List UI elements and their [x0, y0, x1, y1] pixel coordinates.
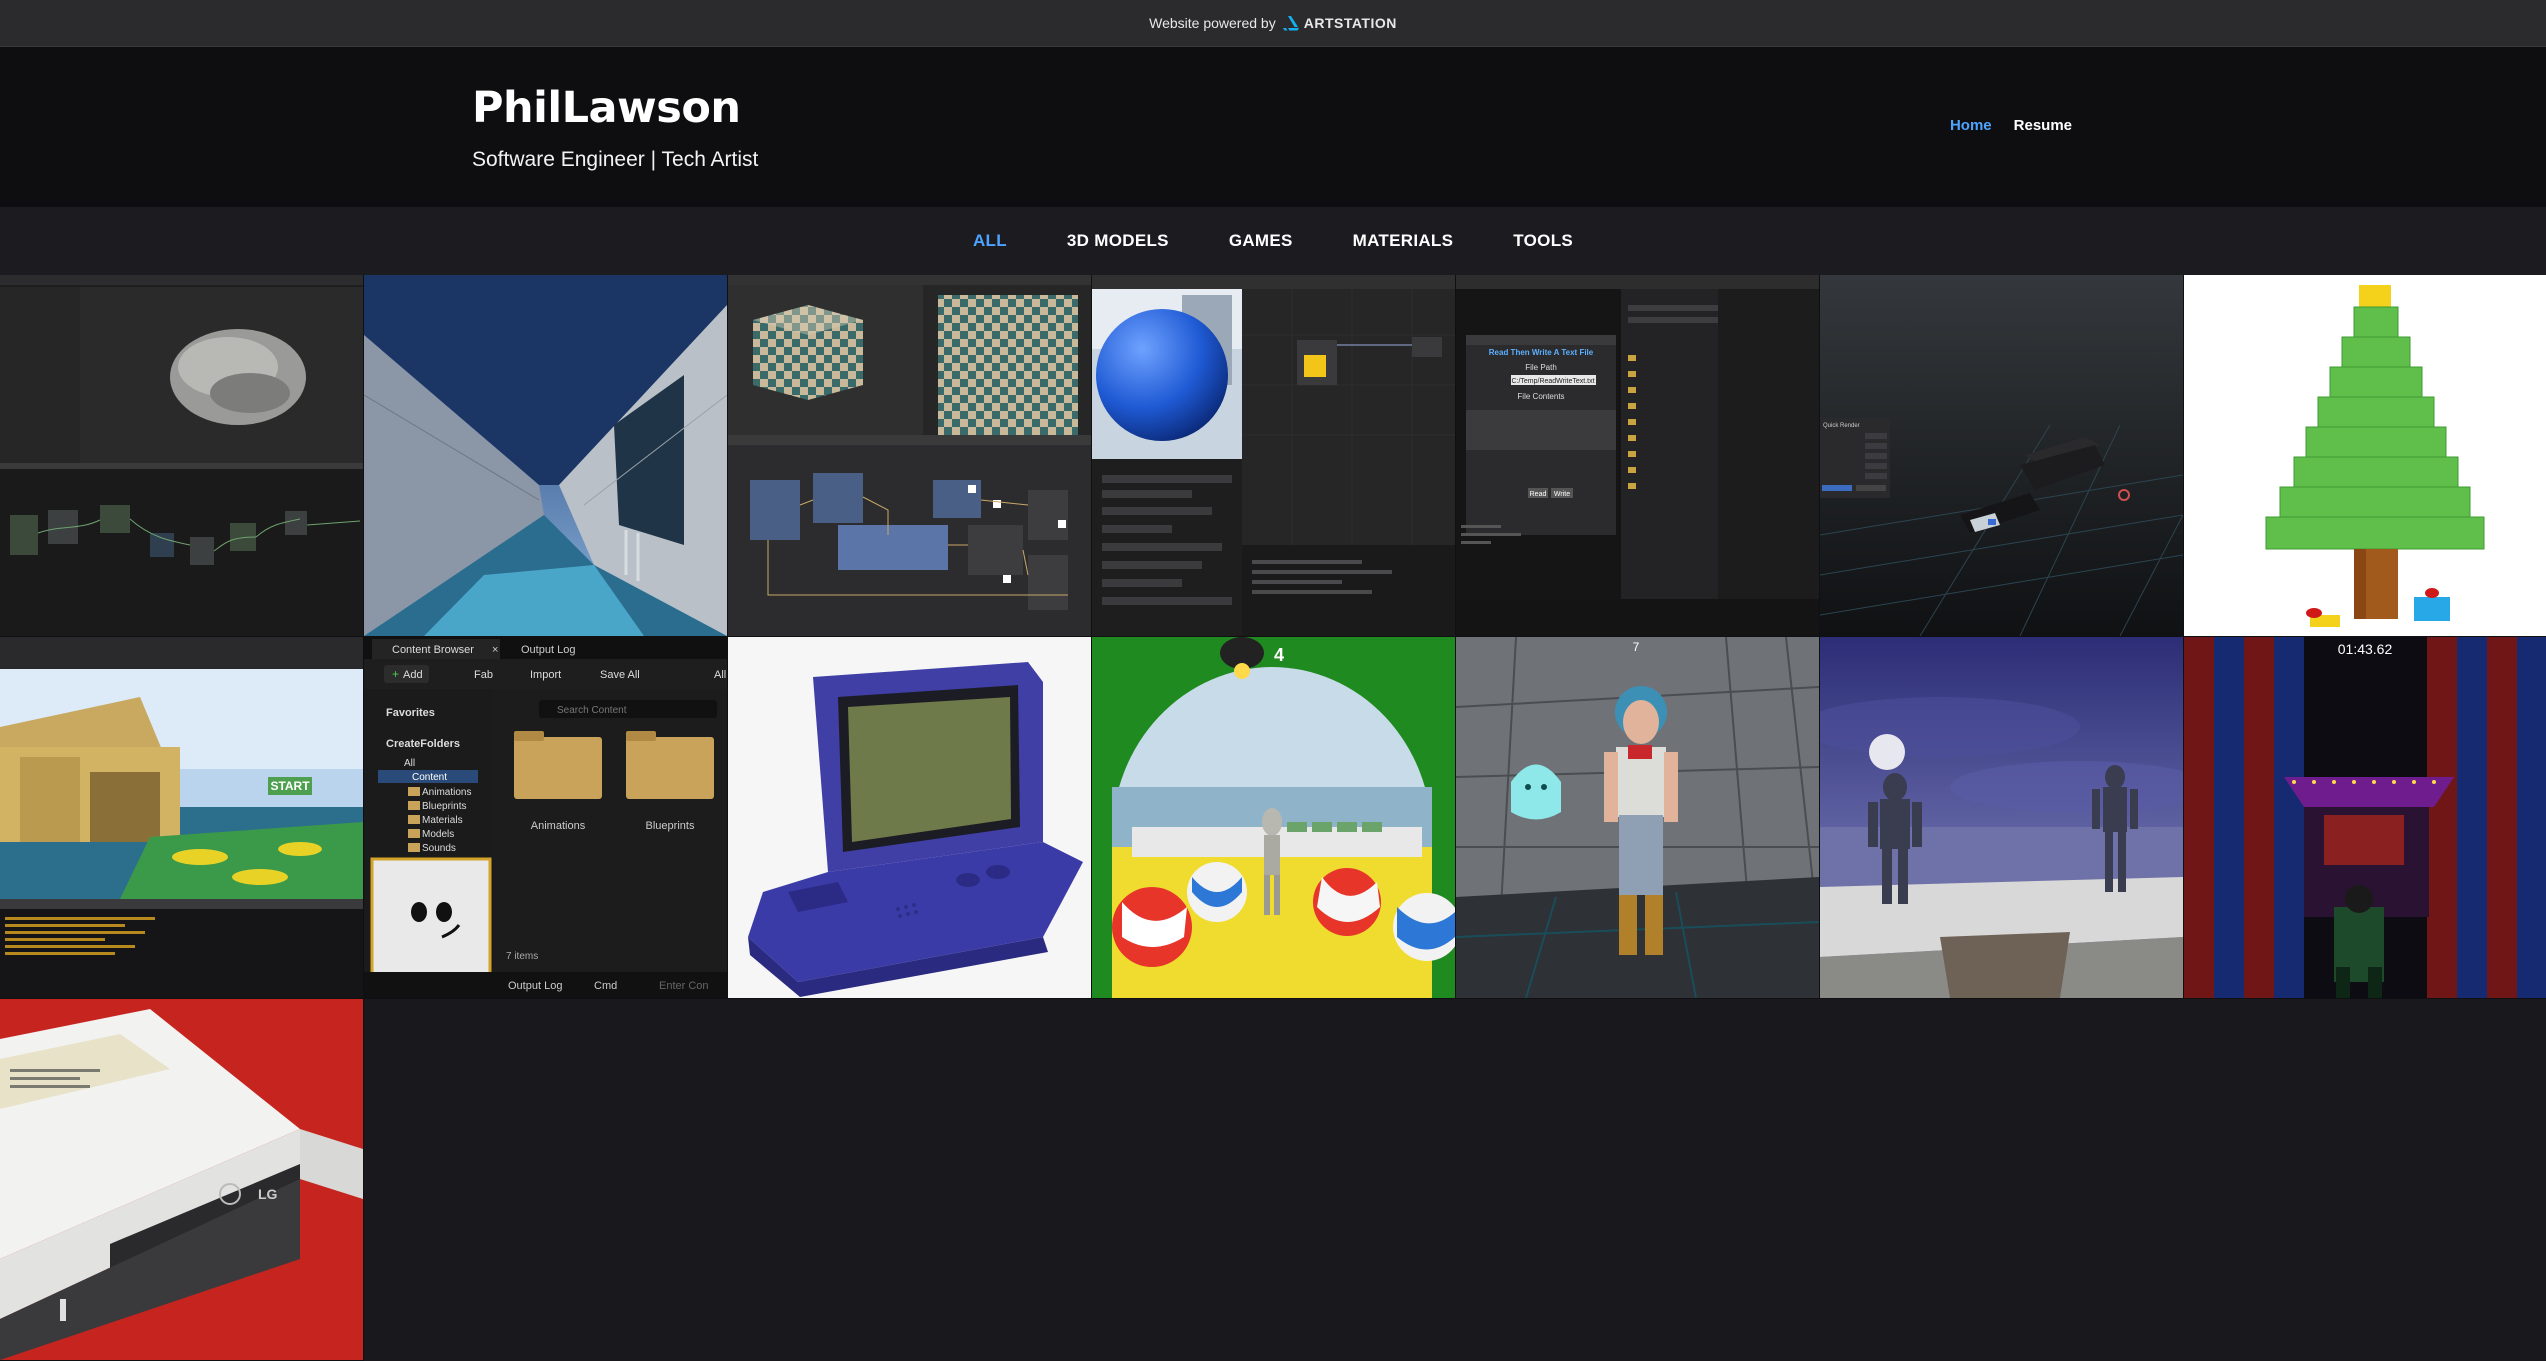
- text-tool-title: Read Then Write A Text File: [1489, 348, 1594, 357]
- text-tool-file-path-value: C:/Temp/ReadWriteText.txt: [1511, 378, 1594, 385]
- project-grid: Read Then Write A Text File File Path C:…: [0, 275, 2546, 1361]
- project-tile-blue-sphere-material[interactable]: [1092, 275, 1456, 637]
- svg-text:×: ×: [492, 644, 498, 656]
- obstacle-course-thumbnail: START: [0, 637, 363, 998]
- sphere-material-thumbnail: [1092, 275, 1455, 636]
- output-log-tab-label: Output Log: [521, 644, 575, 656]
- tree-item-sounds: Sounds: [422, 843, 456, 854]
- header-nav: Home Resume: [1950, 117, 2072, 134]
- content-item-count: 7 items: [506, 951, 538, 962]
- favorites-label: Favorites: [386, 707, 435, 719]
- project-tile-lego-tree[interactable]: [2184, 275, 2546, 637]
- svg-text:+: +: [392, 667, 399, 681]
- nav-resume-link[interactable]: Resume: [2014, 117, 2072, 134]
- character-scene-counter: 7: [1633, 640, 1640, 654]
- site-subtitle: Software Engineer | Tech Artist: [472, 148, 759, 171]
- site-header: PhilLawson Software Engineer | Tech Arti…: [0, 47, 2546, 207]
- beach-ball-game-counter: 4: [1274, 645, 1284, 665]
- folder-blueprints-label: Blueprints: [646, 820, 695, 832]
- banner-text: Website powered by: [1149, 15, 1276, 31]
- project-tile-robots-moonlight[interactable]: [1820, 637, 2184, 999]
- project-tile-lg-bluray-drive[interactable]: LG: [0, 999, 364, 1361]
- save-all-button-label: Save All: [600, 669, 640, 681]
- beach-ball-game-thumbnail: 4: [1092, 637, 1455, 998]
- project-tile-obstacle-course-game[interactable]: START: [0, 637, 364, 999]
- site-title[interactable]: PhilLawson: [472, 83, 741, 133]
- tree-item-materials: Materials: [422, 815, 463, 826]
- tree-item-animations: Animations: [422, 787, 471, 798]
- all-filter-label: All: [714, 669, 726, 681]
- lg-brand-text: LG: [258, 1186, 278, 1202]
- artstation-logo-icon: [1282, 16, 1299, 31]
- quick-render-title: Quick Render: [1823, 423, 1860, 429]
- gameboy-thumbnail: [728, 637, 1091, 998]
- add-button-label: Add: [403, 669, 423, 681]
- project-tile-arcade-game[interactable]: 01:43.62: [2184, 637, 2546, 999]
- tree-item-content: Content: [412, 772, 447, 783]
- usb-render-thumbnail: Quick Render: [1820, 275, 2183, 636]
- project-tile-read-write-text-tool[interactable]: Read Then Write A Text File File Path C:…: [1456, 275, 1820, 637]
- content-browser-tab-label: Content Browser: [392, 644, 474, 656]
- character-thumbnail: 7: [1456, 637, 1819, 998]
- text-tool-contents-label: File Contents: [1517, 392, 1564, 401]
- category-3d-models[interactable]: 3D MODELS: [1067, 231, 1169, 251]
- artstation-brand-label: ARTSTATION: [1303, 15, 1397, 31]
- project-tile-tile-material-graph[interactable]: [728, 275, 1092, 637]
- robots-moonlight-thumbnail: [1820, 637, 2183, 998]
- content-search-placeholder: Search Content: [557, 705, 627, 716]
- category-materials[interactable]: MATERIALS: [1353, 231, 1454, 251]
- project-tile-rock-material[interactable]: [0, 275, 364, 637]
- project-tile-create-folders-tool[interactable]: Content Browser × Output Log + Add Fab I…: [364, 637, 728, 999]
- lego-tree-thumbnail: [2184, 275, 2546, 636]
- project-tile-character-model[interactable]: 7: [1456, 637, 1820, 999]
- folder-animations-label: Animations: [531, 820, 586, 832]
- category-filter-nav: ALL 3D MODELS GAMES MATERIALS TOOLS: [0, 207, 2546, 275]
- arcade-thumbnail: 01:43.62: [2184, 637, 2546, 998]
- artstation-banner[interactable]: Website powered by ARTSTATION: [0, 0, 2546, 47]
- svg-text:START: START: [270, 779, 310, 793]
- material-graph-thumbnail: [728, 275, 1091, 636]
- pool-architecture-thumbnail: [364, 275, 727, 636]
- arcade-timer: 01:43.62: [2338, 641, 2393, 657]
- tree-item-models: Models: [422, 829, 454, 840]
- category-all[interactable]: ALL: [973, 231, 1007, 251]
- fab-button-label: Fab: [474, 669, 493, 681]
- createfolders-label: CreateFolders: [386, 738, 460, 750]
- content-browser-thumbnail: Content Browser × Output Log + Add Fab I…: [364, 637, 727, 998]
- project-tile-usb-render[interactable]: Quick Render: [1820, 275, 2184, 637]
- rock-editor-thumbnail: [0, 275, 363, 636]
- import-button-label: Import: [530, 669, 561, 681]
- tree-item-all: All: [404, 758, 415, 769]
- footer-console-placeholder: Enter Con: [659, 980, 709, 992]
- project-tile-beach-ball-game[interactable]: 4: [1092, 637, 1456, 999]
- project-tile-gameboy-advance-sp[interactable]: [728, 637, 1092, 999]
- artstation-brand[interactable]: ARTSTATION: [1282, 15, 1397, 31]
- text-tool-file-path-label: File Path: [1525, 363, 1557, 372]
- category-tools[interactable]: TOOLS: [1513, 231, 1573, 251]
- tree-item-blueprints: Blueprints: [422, 801, 466, 812]
- category-games[interactable]: GAMES: [1229, 231, 1293, 251]
- footer-cmd-label: Cmd: [594, 980, 617, 992]
- text-tool-read-button: Read: [1530, 491, 1547, 498]
- nav-home-link[interactable]: Home: [1950, 117, 1992, 134]
- text-tool-thumbnail: Read Then Write A Text File File Path C:…: [1456, 275, 1819, 636]
- lg-drive-thumbnail: LG: [0, 999, 363, 1360]
- project-tile-pool-architecture[interactable]: [364, 275, 728, 637]
- text-tool-write-button: Write: [1554, 491, 1570, 498]
- footer-output-log-label: Output Log: [508, 980, 562, 992]
